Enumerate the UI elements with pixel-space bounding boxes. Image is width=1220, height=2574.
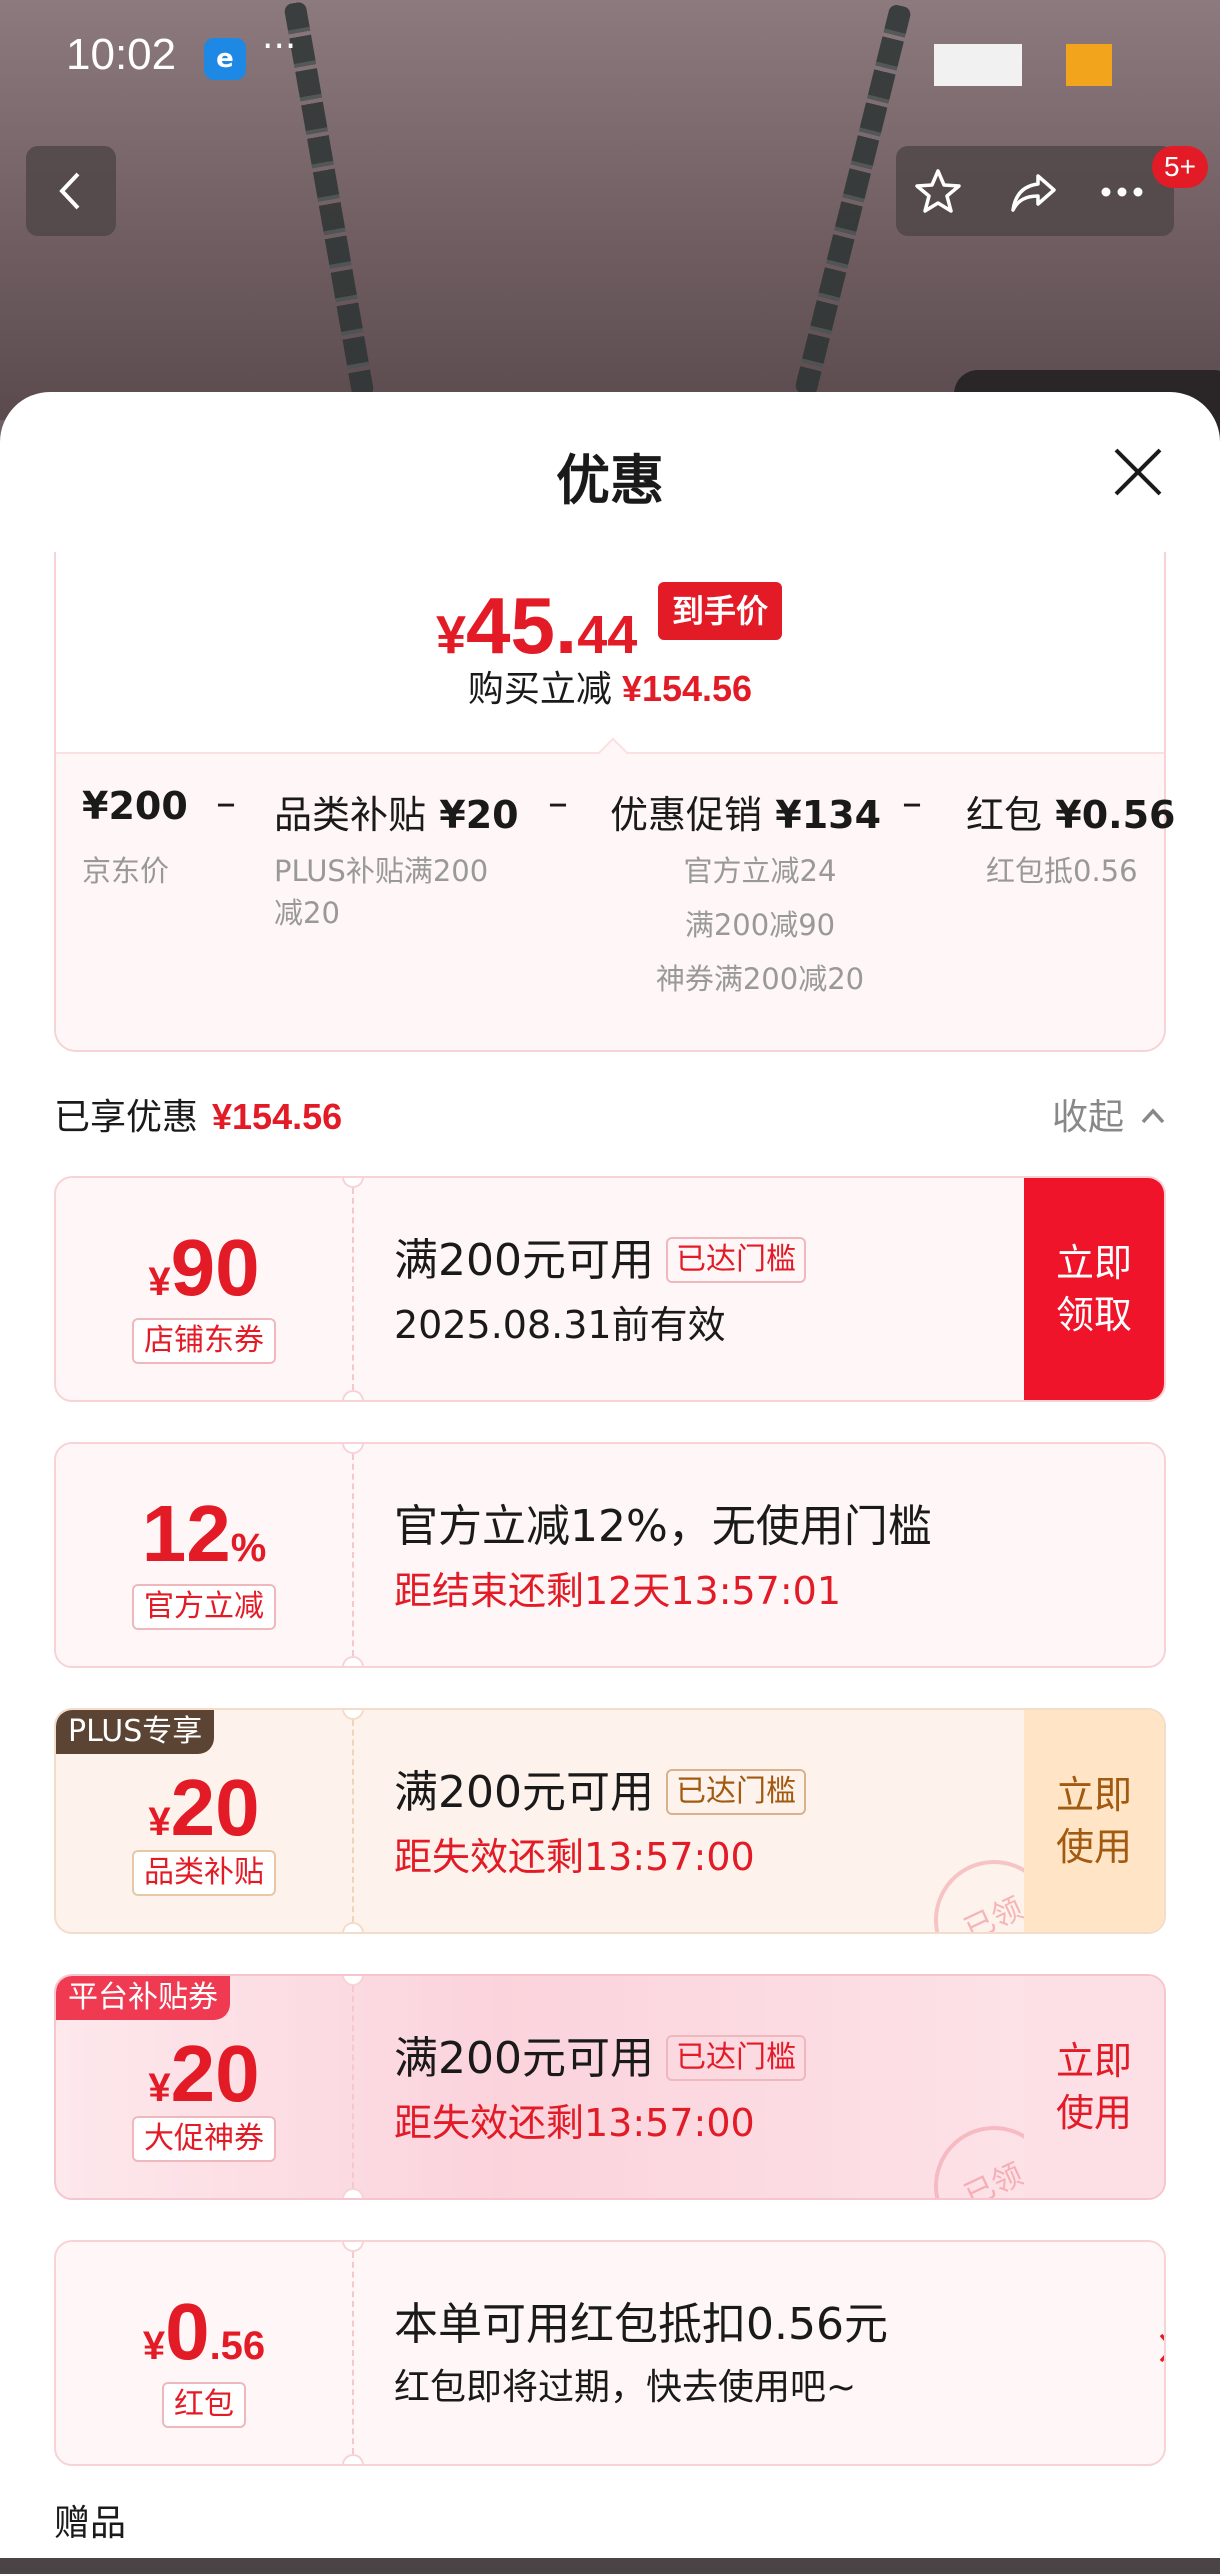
promotion-discount: 优惠促销 ¥134 bbox=[610, 793, 882, 837]
use-button[interactable]: 立即使用 bbox=[1024, 1976, 1164, 2198]
chevron-left-icon bbox=[59, 172, 80, 210]
coupon-value: ¥90 店铺东券 bbox=[56, 1178, 352, 1400]
price-summary: ¥45.44 到手价 购买立减 ¥154.56 ¥200 – 品类补贴 ¥20 –… bbox=[54, 552, 1175, 1052]
coupon-platform: 平台补贴券 ¥20 大促神券 满200元可用 已达门槛 距失效还剩13:57:00… bbox=[54, 1974, 1166, 2200]
chain-decoration bbox=[793, 3, 913, 397]
buy-reduce: 购买立减 ¥154.56 bbox=[467, 668, 753, 710]
category-subsidy-detail: PLUS补贴满200 减20 bbox=[274, 854, 489, 930]
threshold-badge: 已达门槛 bbox=[665, 2035, 806, 2081]
minus-operator: – bbox=[548, 780, 568, 826]
chevron-right-icon[interactable] bbox=[1156, 2330, 1166, 2366]
coupon-plus: PLUS专享 ¥20 品类补贴 满200元可用 已达门槛 距失效还剩13:57:0… bbox=[54, 1708, 1166, 1934]
more-icon[interactable] bbox=[1096, 166, 1148, 218]
coupon-title: 满200元可用 已达门槛 bbox=[394, 1756, 806, 1820]
collapse-button[interactable]: 收起 bbox=[1052, 1088, 1124, 1140]
minus-operator: – bbox=[902, 780, 922, 826]
coupon-store: ¥90 店铺东券 满200元可用 已达门槛 2025.08.31前有效 立即领取 bbox=[54, 1176, 1166, 1402]
discount-sheet: 优惠 ¥45.44 到手价 购买立减 ¥154.56 ¥200 – 品类补贴 ¥2… bbox=[0, 392, 1220, 2574]
close-icon[interactable] bbox=[1110, 444, 1166, 500]
coupon-value: ¥20 大促神券 bbox=[56, 1976, 352, 2198]
coupon-validity: 2025.08.31前有效 bbox=[394, 1303, 726, 1347]
star-icon[interactable] bbox=[912, 166, 964, 218]
final-price: ¥45.44 bbox=[436, 581, 638, 670]
share-icon[interactable] bbox=[1008, 166, 1060, 218]
promotion-detail: 官方立减24 满200减90 神券满200减20 bbox=[655, 854, 865, 996]
status-indicator bbox=[934, 44, 1022, 86]
coupon-type-tag: 官方立减 bbox=[132, 1584, 276, 1630]
battery-icon bbox=[1066, 44, 1112, 86]
threshold-badge: 已达门槛 bbox=[665, 1237, 806, 1283]
status-more: ··· bbox=[262, 26, 297, 67]
coupon-title: 官方立减12%，无使用门槛 bbox=[394, 1501, 932, 1552]
coupon-red-packet[interactable]: ¥0.56 红包 本单可用红包抵扣0.56元 红包即将过期，快去使用吧~ bbox=[54, 2240, 1166, 2466]
nav-actions bbox=[896, 146, 1174, 236]
coupon-countdown: 距结束还剩12天13:57:01 bbox=[394, 1569, 842, 1613]
red-packet-detail: 红包抵0.56 bbox=[986, 854, 1138, 888]
coupon-type-tag: 店铺东券 bbox=[132, 1318, 276, 1364]
jd-price-label: 京东价 bbox=[82, 854, 170, 888]
app-icon: e bbox=[204, 38, 246, 80]
status-time: 10:02 bbox=[66, 30, 177, 79]
minus-operator: – bbox=[216, 780, 236, 826]
coupon-value: ¥20 品类补贴 bbox=[56, 1710, 352, 1932]
coupon-type-tag: 品类补贴 bbox=[132, 1850, 276, 1896]
coupon-title: 满200元可用 已达门槛 bbox=[394, 2022, 806, 2086]
category-subsidy: 品类补贴 ¥20 bbox=[274, 793, 519, 837]
bottom-edge bbox=[0, 2558, 1220, 2574]
chain-decoration bbox=[283, 1, 375, 399]
claim-button[interactable]: 立即领取 bbox=[1024, 1178, 1164, 1400]
coupon-title: 满200元可用 已达门槛 bbox=[394, 1224, 806, 1288]
coupon-title: 本单可用红包抵扣0.56元 bbox=[394, 2299, 888, 2350]
to-hand-price-tag: 到手价 bbox=[658, 582, 783, 640]
message-badge: 5+ bbox=[1152, 146, 1208, 188]
coupon-hint: 红包即将过期，快去使用吧~ bbox=[394, 2367, 857, 2408]
enjoyed-discount: 已享优惠 ¥154.56 bbox=[54, 1096, 343, 1138]
coupon-value: ¥0.56 红包 bbox=[56, 2242, 352, 2464]
chevron-up-icon[interactable] bbox=[1140, 1106, 1166, 1126]
back-button[interactable] bbox=[26, 146, 116, 236]
coupon-type-tag: 红包 bbox=[162, 2382, 246, 2428]
coupon-type-tag: 大促神券 bbox=[132, 2116, 276, 2162]
coupon-value: 12% 官方立减 bbox=[56, 1444, 352, 1666]
jd-price-value: ¥200 bbox=[82, 784, 188, 828]
red-packet-discount: 红包 ¥0.56 bbox=[966, 793, 1176, 837]
use-button[interactable]: 立即使用 bbox=[1024, 1710, 1164, 1932]
coupon-countdown: 距失效还剩13:57:00 bbox=[394, 1835, 755, 1879]
coupon-countdown: 距失效还剩13:57:00 bbox=[394, 2101, 755, 2145]
coupon-official: 12% 官方立减 官方立减12%，无使用门槛 距结束还剩12天13:57:01 bbox=[54, 1442, 1166, 1668]
threshold-badge: 已达门槛 bbox=[665, 1769, 806, 1815]
sheet-title: 优惠 bbox=[556, 449, 664, 512]
gifts-section-title: 赠品 bbox=[54, 2503, 127, 2544]
